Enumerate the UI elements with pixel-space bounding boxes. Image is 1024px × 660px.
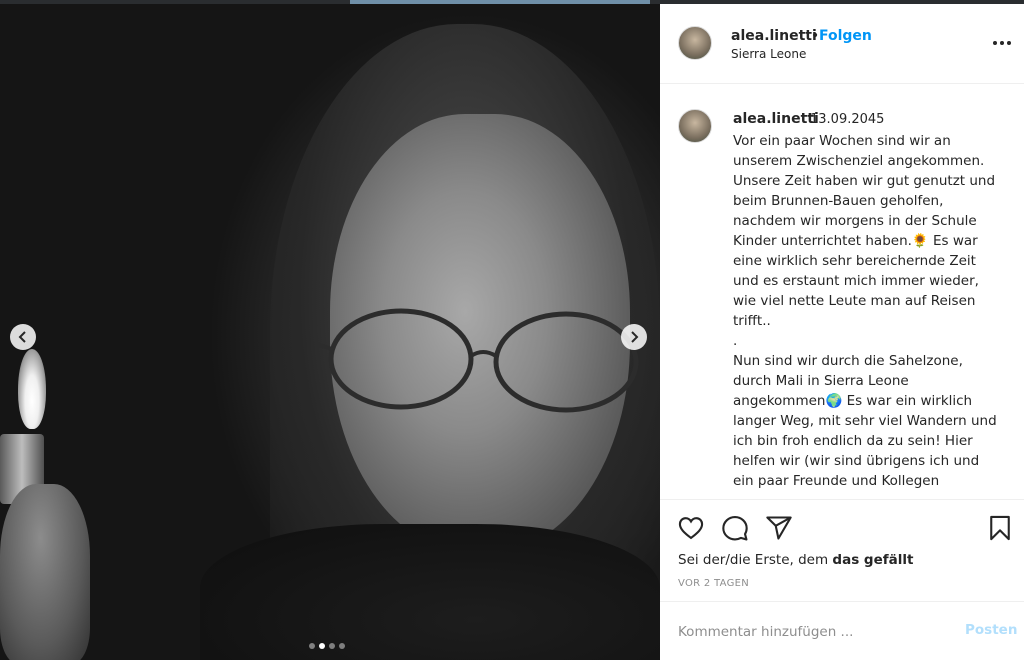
more-horizontal-icon — [993, 41, 997, 45]
carousel-dot — [339, 643, 345, 649]
post-side-panel: alea.linetti • Folgen Sierra Leone alea.… — [660, 4, 1024, 660]
caption-section: alea.linetti 13.09.2045 Vor ein paar Woc… — [660, 85, 1024, 499]
paper-plane-icon — [766, 516, 792, 540]
follow-button[interactable]: Folgen — [819, 28, 872, 44]
likes-summary: Sei der/die Erste, dem das gefällt — [678, 552, 913, 568]
bookmark-icon — [990, 515, 1010, 541]
likes-link[interactable]: das gefällt — [832, 552, 913, 568]
caption-author-avatar[interactable] — [678, 109, 712, 143]
location-link[interactable]: Sierra Leone — [731, 47, 806, 61]
chevron-left-icon — [18, 331, 26, 343]
more-dot — [1000, 41, 1004, 45]
comment-button[interactable] — [721, 514, 749, 542]
like-button[interactable] — [677, 514, 705, 542]
chevron-right-icon — [631, 331, 639, 343]
comment-input[interactable] — [678, 622, 938, 642]
more-dot — [1007, 41, 1011, 45]
post-photo — [0, 4, 660, 660]
comment-bar: Posten — [660, 601, 1024, 660]
post-comment-button[interactable]: Posten — [965, 622, 1017, 638]
caption-date: 13.09.2045 — [810, 112, 885, 127]
more-options-button[interactable] — [991, 34, 1013, 52]
post-timestamp[interactable]: VOR 2 TAGEN — [678, 578, 749, 589]
previous-slide-button[interactable] — [10, 324, 36, 350]
carousel-dot — [309, 643, 315, 649]
likes-prefix: Sei der/die Erste, dem — [678, 552, 833, 568]
photo-hand-shape — [0, 484, 90, 660]
heart-icon — [678, 517, 704, 540]
post-actions: Sei der/die Erste, dem das gefällt VOR 2… — [660, 499, 1024, 601]
comment-icon — [722, 515, 748, 541]
share-button[interactable] — [765, 514, 793, 542]
save-button[interactable] — [986, 514, 1014, 542]
author-username-link[interactable]: alea.linetti — [731, 28, 817, 44]
photo-flame-shape — [18, 349, 46, 429]
caption-username-link[interactable]: alea.linetti — [733, 111, 819, 127]
carousel-dot — [319, 643, 325, 649]
carousel-indicator — [309, 643, 345, 649]
carousel-dot — [329, 643, 335, 649]
next-slide-button[interactable] — [621, 324, 647, 350]
photo-body-shape — [200, 524, 660, 660]
caption-text: Vor ein paar Wochen sind wir an unserem … — [733, 133, 997, 489]
photo-glasses-shape — [316, 308, 639, 413]
author-avatar[interactable] — [678, 26, 712, 60]
post-header: alea.linetti • Folgen Sierra Leone — [660, 4, 1024, 84]
